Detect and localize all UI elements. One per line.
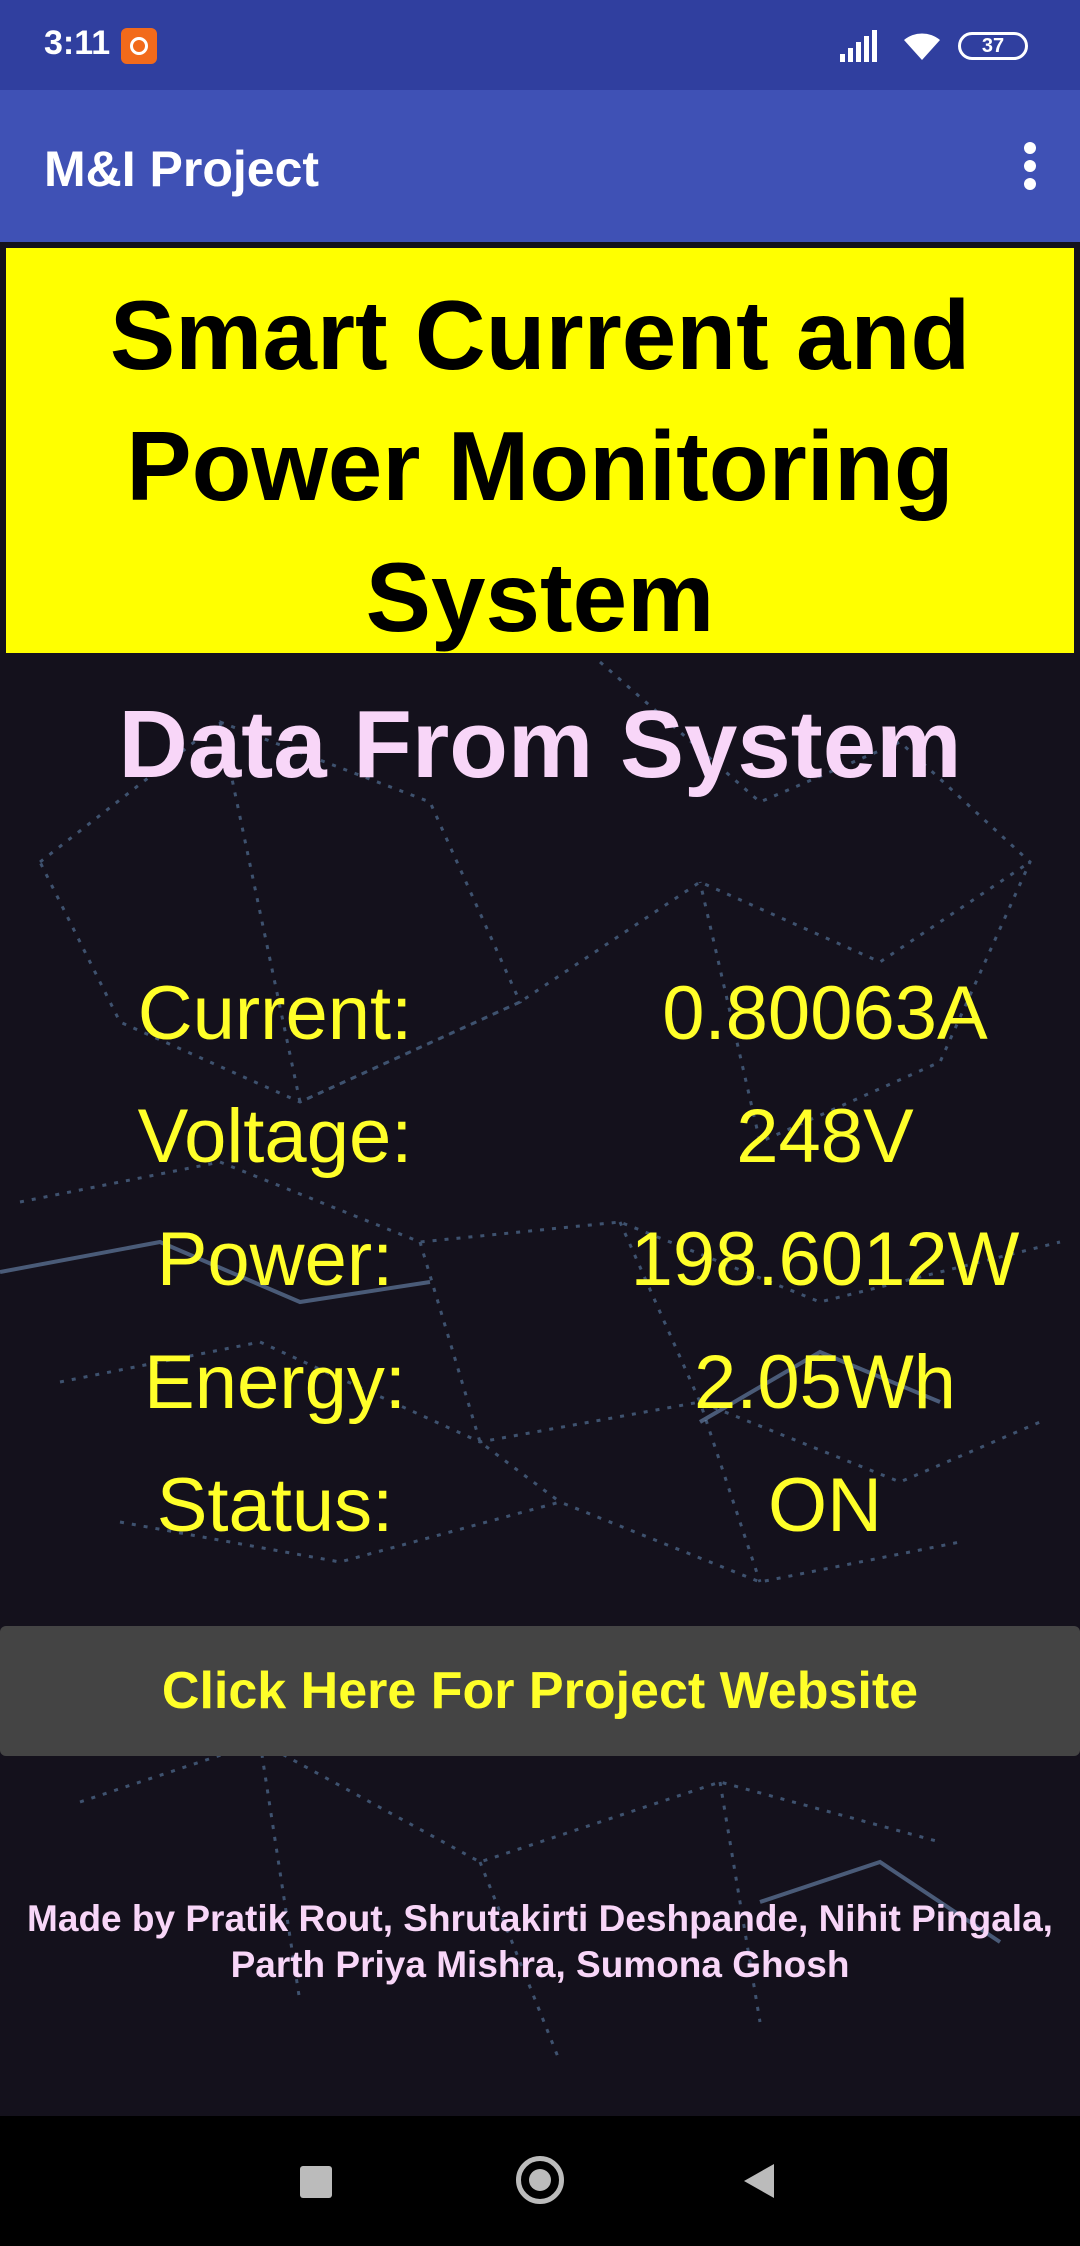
status-value: ON xyxy=(768,1463,882,1548)
energy-value: 2.05Wh xyxy=(694,1340,956,1425)
headline-banner: Smart Current and Power Monitoring Syste… xyxy=(6,248,1074,653)
back-icon[interactable] xyxy=(742,2162,776,2200)
wifi-icon xyxy=(904,33,940,60)
current-label: Current: xyxy=(137,971,413,1056)
app-title: M&I Project xyxy=(44,141,320,197)
battery-icon: 37 xyxy=(958,32,1028,60)
main-content: Smart Current and Power Monitoring Syste… xyxy=(0,242,1080,2116)
credits-text: Made by Pratik Rout, Shrutakirti Deshpan… xyxy=(27,1898,1053,1985)
voltage-label: Voltage: xyxy=(137,1094,413,1179)
section-title: Data From System xyxy=(118,691,962,798)
current-value: 0.80063A xyxy=(662,971,988,1056)
headline-title: Smart Current and Power Monitoring Syste… xyxy=(109,280,971,652)
mi-notification-icon xyxy=(121,28,157,64)
navigation-bar xyxy=(0,2116,1080,2246)
project-website-button[interactable]: Click Here For Project Website xyxy=(0,1626,1080,1756)
signal-icon xyxy=(840,30,877,62)
overflow-menu-icon[interactable] xyxy=(1010,138,1050,194)
status-label: Status: xyxy=(156,1463,394,1548)
power-label: Power: xyxy=(156,1217,394,1302)
status-time: 3:11 xyxy=(44,24,111,62)
voltage-value: 248V xyxy=(736,1094,914,1179)
status-bar: 3:11 37 xyxy=(0,0,1080,90)
home-icon[interactable] xyxy=(516,2156,564,2204)
app-bar: M&I Project xyxy=(0,90,1080,242)
power-value: 198.6012W xyxy=(630,1217,1020,1302)
status-icons: 37 xyxy=(840,26,1040,66)
energy-label: Energy: xyxy=(144,1340,406,1425)
recents-icon[interactable] xyxy=(300,2166,332,2198)
